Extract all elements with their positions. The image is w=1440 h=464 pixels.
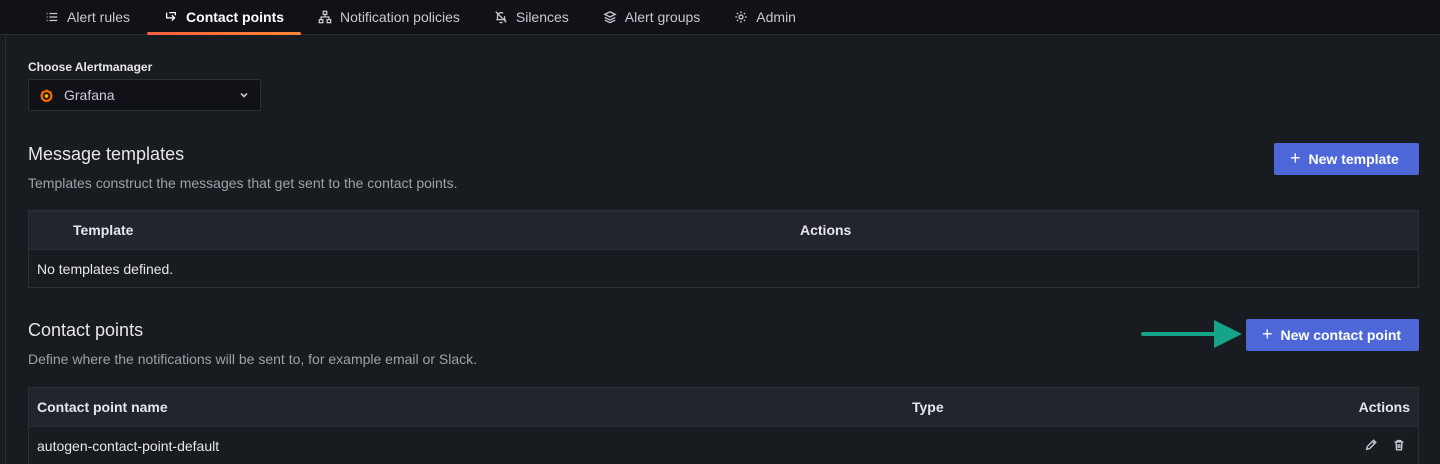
layer-group-icon [603, 10, 617, 23]
templates-table-header: Template Actions [29, 211, 1418, 249]
new-template-button[interactable]: + New template [1274, 143, 1419, 175]
contact-points-table-header: Contact point name Type Actions [29, 388, 1418, 426]
column-header-contact-point-name: Contact point name [37, 399, 168, 415]
pen-icon [1365, 439, 1377, 451]
delete-contact-point-button[interactable] [1392, 438, 1406, 455]
tab-silences[interactable]: Silences [477, 0, 586, 33]
plus-icon: + [1262, 324, 1273, 344]
tab-alert-rules[interactable]: Alert rules [28, 0, 147, 33]
tab-label: Silences [515, 8, 569, 25]
gear-icon [735, 10, 747, 23]
tab-label: Notification policies [340, 8, 460, 25]
column-header-template: Template [73, 222, 134, 238]
contact-points-title: Contact points [28, 320, 144, 340]
tab-contact-points[interactable]: Contact points [147, 0, 302, 35]
message-templates-title: Message templates [28, 144, 185, 164]
contact-points-table: Contact point name Type Actions autogen-… [28, 387, 1419, 464]
bell-slash-icon [495, 10, 507, 23]
tab-admin[interactable]: Admin [717, 0, 813, 33]
trash-icon [1394, 439, 1404, 451]
alertmanager-select[interactable]: Grafana [28, 79, 261, 111]
alerting-tabs: Alert rules Contact points Notification … [0, 0, 1440, 35]
contact-points-description: Define where the notifications will be s… [28, 351, 477, 367]
contact-point-name: autogen-contact-point-default [37, 437, 220, 454]
table-row: autogen-contact-point-default [29, 426, 1418, 464]
sitemap-icon [318, 10, 332, 23]
alertmanager-label: Choose Alertmanager [28, 60, 153, 74]
new-contact-point-button[interactable]: + New contact point [1246, 319, 1419, 351]
message-templates-description: Templates construct the messages that ge… [28, 175, 458, 191]
annotation-arrow-icon [1141, 320, 1242, 348]
templates-empty-row: No templates defined. [29, 249, 1418, 287]
tab-label: Admin [756, 8, 796, 25]
column-header-type: Type [912, 399, 944, 415]
comment-alt-share-icon [166, 11, 177, 21]
alertmanager-selected-value: Grafana [64, 87, 115, 103]
new-contact-point-label: New contact point [1280, 327, 1402, 343]
grafana-logo-icon [40, 88, 53, 102]
new-template-label: New template [1308, 151, 1399, 167]
edit-contact-point-button[interactable] [1364, 438, 1378, 455]
tab-label: Alert rules [67, 8, 131, 25]
list-icon [46, 12, 58, 21]
column-header-actions: Actions [1358, 399, 1410, 415]
tab-label: Alert groups [624, 8, 701, 25]
tab-notification-policies[interactable]: Notification policies [301, 0, 477, 33]
tab-label: Contact points [186, 8, 285, 25]
plus-icon: + [1290, 148, 1301, 168]
tab-alert-groups[interactable]: Alert groups [586, 0, 717, 33]
column-header-actions: Actions [800, 222, 852, 238]
chevron-down-icon [240, 92, 248, 98]
templates-empty-text: No templates defined. [37, 260, 174, 277]
templates-table: Template Actions No templates defined. [28, 210, 1419, 288]
